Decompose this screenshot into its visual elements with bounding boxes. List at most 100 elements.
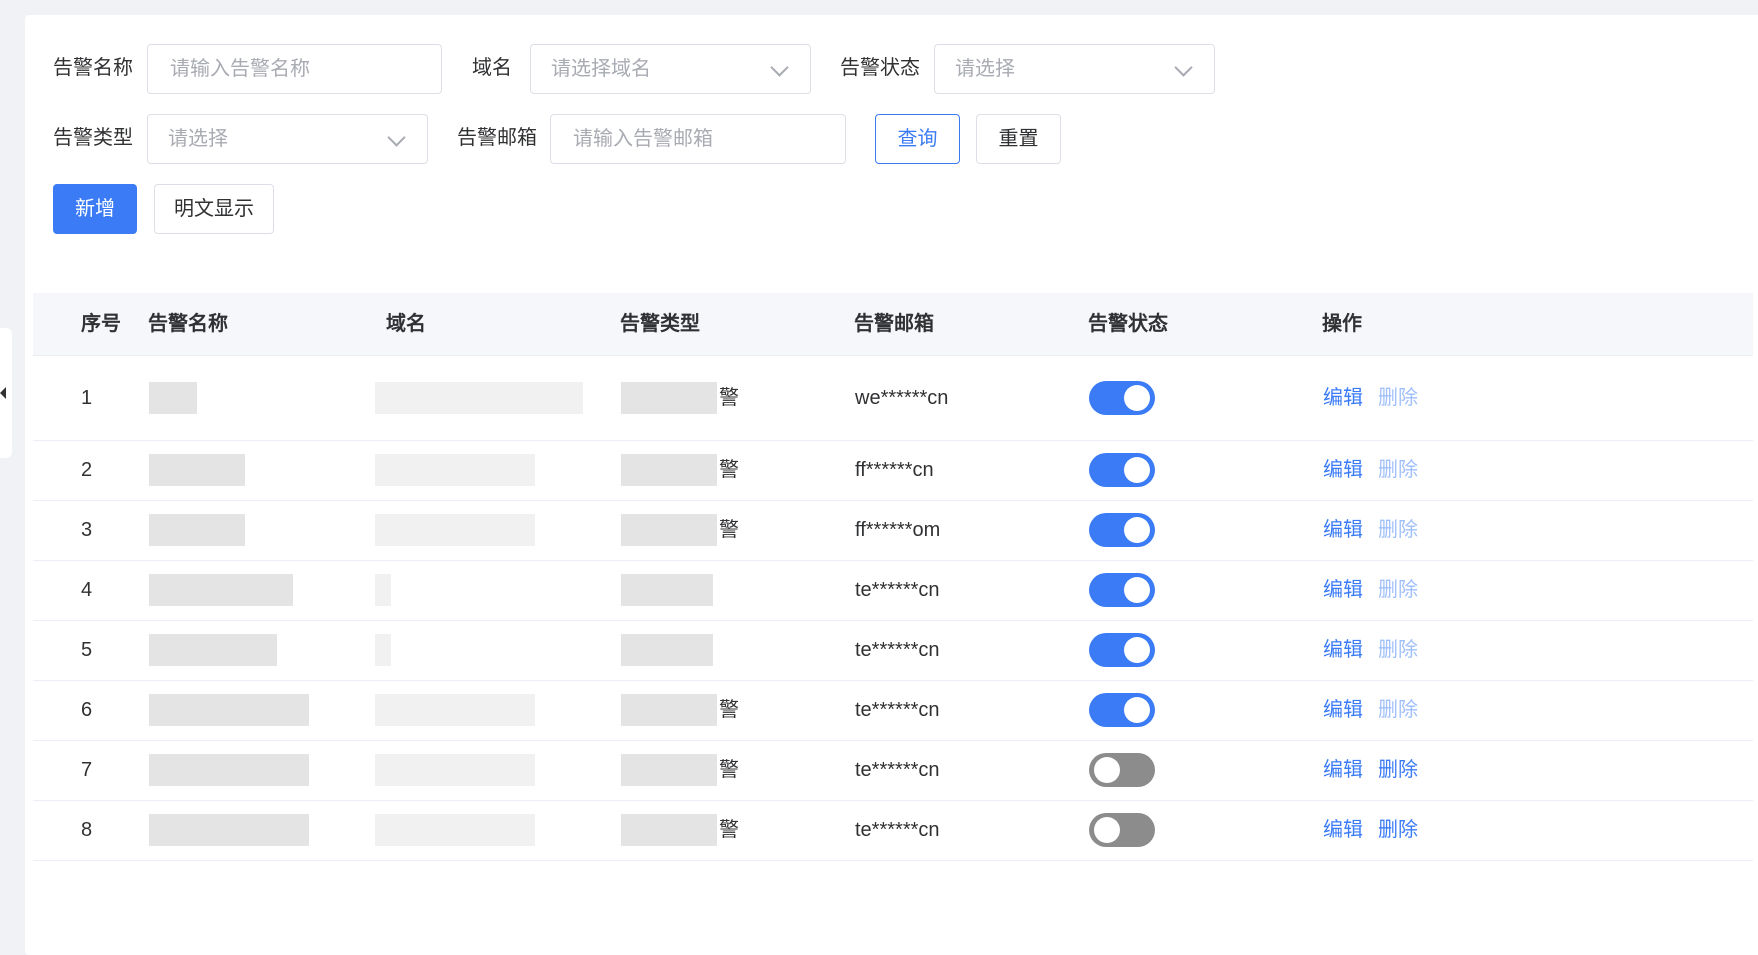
plaintext-display-button[interactable]: 明文显示 xyxy=(154,184,274,234)
col-domain: 域名 xyxy=(386,313,426,335)
delete-button[interactable]: 删除 xyxy=(1378,758,1418,782)
col-alert-name: 告警名称 xyxy=(148,313,228,335)
redacted-alert-type xyxy=(621,694,717,726)
redacted-alert-name xyxy=(149,574,293,606)
alert-status-toggle[interactable] xyxy=(1089,573,1155,607)
edit-button[interactable]: 编辑 xyxy=(1323,458,1363,482)
row-index: 7 xyxy=(81,759,93,781)
add-button[interactable]: 新增 xyxy=(53,184,137,234)
table-row: 7 警 te******cn 编辑 删除 xyxy=(33,740,1753,801)
alert-status-toggle[interactable] xyxy=(1089,381,1155,415)
alert-name-input-wrap[interactable] xyxy=(147,44,442,94)
chevron-down-icon xyxy=(1174,58,1193,77)
alert-email: ff******om xyxy=(855,519,941,541)
chevron-down-icon xyxy=(387,128,406,147)
alert-email: te******cn xyxy=(855,699,940,721)
alert-email: te******cn xyxy=(855,639,940,661)
delete-button: 删除 xyxy=(1378,639,1418,661)
alert-status-toggle[interactable] xyxy=(1089,633,1155,667)
table-row: 2 警 ff******cn 编辑 删除 xyxy=(33,440,1753,501)
redacted-alert-type xyxy=(621,754,717,786)
redacted-alert-name xyxy=(149,382,197,414)
redacted-alert-name xyxy=(149,754,309,786)
row-index: 6 xyxy=(81,699,93,721)
alert-email-input[interactable] xyxy=(571,115,829,164)
alert-type-suffix: 警 xyxy=(719,819,739,841)
edit-button[interactable]: 编辑 xyxy=(1323,758,1363,782)
reset-button[interactable]: 重置 xyxy=(976,114,1061,164)
redacted-alert-type xyxy=(621,382,717,414)
redacted-alert-type xyxy=(621,634,713,666)
redacted-alert-name xyxy=(149,634,277,666)
redacted-alert-type xyxy=(621,514,717,546)
alert-type-select[interactable]: 请选择 xyxy=(147,114,428,164)
query-button[interactable]: 查询 xyxy=(875,114,960,164)
alert-status-label: 告警状态 xyxy=(840,57,920,79)
toggle-knob xyxy=(1094,757,1120,783)
redacted-alert-name xyxy=(149,694,309,726)
redacted-domain xyxy=(375,694,535,726)
alert-email-input-wrap[interactable] xyxy=(550,114,846,164)
edit-button[interactable]: 编辑 xyxy=(1323,818,1363,842)
edit-button[interactable]: 编辑 xyxy=(1323,638,1363,662)
alert-status-toggle[interactable] xyxy=(1089,453,1155,487)
delete-button[interactable]: 删除 xyxy=(1378,818,1418,842)
alert-name-label: 告警名称 xyxy=(53,57,133,79)
delete-button: 删除 xyxy=(1378,699,1418,721)
alert-type-select-placeholder: 请选择 xyxy=(168,128,228,150)
table-row: 1 警 we******cn 编辑 删除 xyxy=(33,356,1753,441)
alert-type-suffix: 警 xyxy=(719,699,739,721)
table-row: 5 te******cn 编辑 删除 xyxy=(33,620,1753,681)
alert-name-input[interactable] xyxy=(168,45,425,94)
toggle-knob xyxy=(1124,517,1150,543)
alert-status-toggle[interactable] xyxy=(1089,813,1155,847)
alert-status-select-placeholder: 请选择 xyxy=(955,58,1015,80)
row-index: 3 xyxy=(81,519,93,541)
edit-button[interactable]: 编辑 xyxy=(1323,386,1363,410)
col-index: 序号 xyxy=(81,313,121,335)
redacted-alert-name xyxy=(149,514,245,546)
col-actions: 操作 xyxy=(1322,313,1362,335)
alert-email-label: 告警邮箱 xyxy=(457,127,537,149)
table-row: 3 警 ff******om 编辑 删除 xyxy=(33,500,1753,561)
edit-button[interactable]: 编辑 xyxy=(1323,518,1363,542)
alert-email: te******cn xyxy=(855,819,940,841)
redacted-alert-name xyxy=(149,814,309,846)
edit-button[interactable]: 编辑 xyxy=(1323,698,1363,722)
delete-button: 删除 xyxy=(1378,579,1418,601)
table-header: 序号 告警名称 域名 告警类型 告警邮箱 告警状态 操作 xyxy=(33,293,1753,356)
alert-email: te******cn xyxy=(855,579,940,601)
toggle-knob xyxy=(1124,457,1150,483)
delete-button: 删除 xyxy=(1378,459,1418,481)
col-alert-email: 告警邮箱 xyxy=(854,313,934,335)
col-alert-status: 告警状态 xyxy=(1088,313,1168,335)
col-alert-type: 告警类型 xyxy=(620,313,700,335)
redacted-domain xyxy=(375,574,391,606)
alert-email: we******cn xyxy=(855,387,949,409)
table-row: 4 te******cn 编辑 删除 xyxy=(33,560,1753,621)
domain-select[interactable]: 请选择域名 xyxy=(530,44,811,94)
redacted-alert-name xyxy=(149,454,245,486)
toggle-knob xyxy=(1124,577,1150,603)
sidebar-collapse-handle[interactable] xyxy=(0,328,12,458)
alert-status-toggle[interactable] xyxy=(1089,753,1155,787)
toggle-knob xyxy=(1094,817,1120,843)
row-index: 2 xyxy=(81,459,93,481)
redacted-alert-type xyxy=(621,814,717,846)
collapse-arrow-icon xyxy=(0,387,6,399)
alert-email: ff******cn xyxy=(855,459,934,481)
edit-button[interactable]: 编辑 xyxy=(1323,578,1363,602)
alert-status-toggle[interactable] xyxy=(1089,693,1155,727)
alert-status-select[interactable]: 请选择 xyxy=(934,44,1215,94)
redacted-domain xyxy=(375,382,583,414)
alert-type-label: 告警类型 xyxy=(53,127,133,149)
domain-select-placeholder: 请选择域名 xyxy=(551,58,651,80)
chevron-down-icon xyxy=(770,58,789,77)
row-index: 4 xyxy=(81,579,93,601)
redacted-alert-type xyxy=(621,574,713,606)
toggle-knob xyxy=(1124,385,1150,411)
alert-status-toggle[interactable] xyxy=(1089,513,1155,547)
toggle-knob xyxy=(1124,637,1150,663)
alert-type-suffix: 警 xyxy=(719,759,739,781)
redacted-domain xyxy=(375,754,535,786)
